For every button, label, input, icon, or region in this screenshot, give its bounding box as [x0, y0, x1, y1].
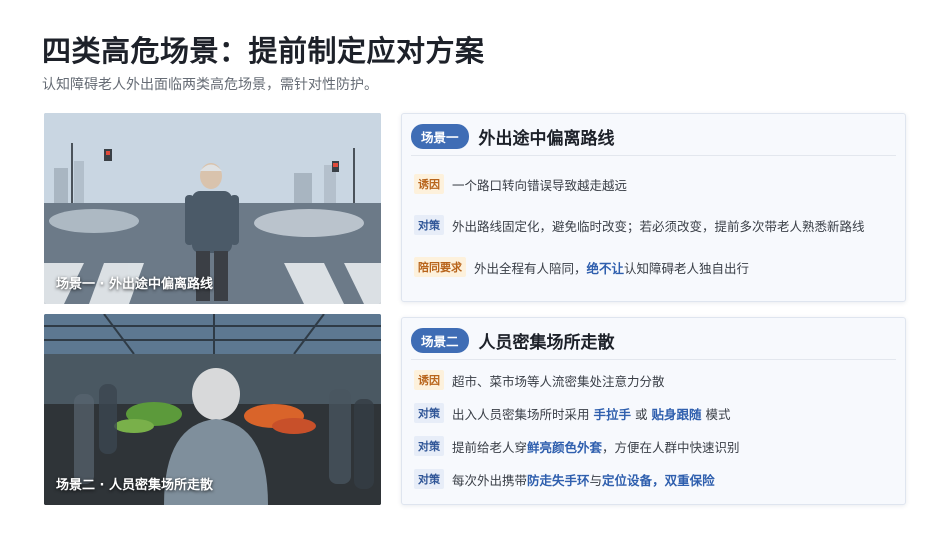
scenario1-divider: [411, 155, 896, 156]
scenario1-plan-row: 对策 外出路线固定化，避免临时改变；若必须改变，提前多次带老人熟悉新路线: [414, 215, 897, 235]
scenario2-card: 场景二 人员密集场所走散 诱因 超市、菜市场等人流密集处注意力分散 对策 出入人…: [401, 317, 906, 505]
scenario2-divider: [411, 359, 896, 360]
plan2-text-post: ，方便在人群中快速识别: [602, 439, 740, 455]
cause-text: 超市、菜市场等人流密集处注意力分散: [452, 373, 665, 389]
plan-text: 每次外出携带防走失手环与定位设备，双重保险: [452, 470, 715, 489]
escort-tag: 陪同要求: [414, 257, 466, 277]
plan-tag: 对策: [414, 215, 444, 235]
cause-tag: 诱因: [414, 370, 444, 390]
plan-tag: 对策: [414, 403, 444, 423]
scenario2-plan-row-1: 对策 出入人员密集场所时采用 手拉手 或 贴身跟随 模式: [414, 403, 897, 423]
scenario2-photo: 场景二 · 人员密集场所走散: [44, 314, 381, 505]
page-subtitle: 认知障碍老人外出面临两类高危场景，需针对性防护。: [42, 77, 378, 93]
plan2-highlight: 鲜亮颜色外套: [527, 439, 603, 455]
plan2-text-pre: 提前给老人穿: [452, 439, 528, 455]
plan1-text-pre: 出入人员密集场所时采用: [452, 406, 594, 422]
cause-tag: 诱因: [414, 174, 444, 194]
escort-text-post: 认知障碍老人独自出行: [624, 260, 750, 276]
plan-tag: 对策: [414, 436, 444, 456]
scenario1-header: 场景一 外出途中偏离路线: [411, 123, 615, 149]
escort-text-pre: 外出全程有人陪同，: [474, 260, 587, 276]
plan3-text-pre: 每次外出携带: [452, 472, 528, 488]
plan3-highlight-3: 双重保险: [664, 472, 715, 488]
scenario2-cause-row: 诱因 超市、菜市场等人流密集处注意力分散: [414, 370, 897, 390]
scenario2-pill: 场景二: [411, 327, 469, 353]
scenario1-card: 场景一 外出途中偏离路线 诱因 一个路口转向错误导致越走越远 对策 外出路线固定…: [401, 113, 906, 302]
cause-text: 一个路口转向错误导致越走越远: [452, 177, 628, 193]
escort-text: 外出全程有人陪同，绝不让认知障碍老人独自出行: [474, 258, 749, 277]
plan-text: 外出路线固定化，避免临时改变；若必须改变，提前多次带老人熟悉新路线: [452, 218, 865, 234]
scenario2-title: 人员密集场所走散: [478, 332, 615, 353]
scenario2-plan-row-3: 对策 每次外出携带防走失手环与定位设备，双重保险: [414, 469, 897, 489]
plan-text: 提前给老人穿鲜亮颜色外套，方便在人群中快速识别: [452, 437, 740, 456]
scenario2-photo-caption: 场景二 · 人员密集场所走散: [56, 478, 213, 493]
scenario2-header: 场景二 人员密集场所走散: [411, 327, 615, 353]
plan1-text-mid: 或: [631, 406, 652, 422]
plan3-text-mid: 与: [589, 472, 603, 488]
scenario1-photo: 场景一 · 外出途中偏离路线: [44, 113, 381, 304]
scenario1-photo-caption: 场景一 · 外出途中偏离路线: [56, 277, 213, 292]
plan3-highlight-2: 定位设备: [602, 472, 653, 488]
scenario1-title: 外出途中偏离路线: [478, 128, 615, 149]
plan1-highlight-1: 手拉手: [593, 406, 631, 422]
plan-text: 出入人员密集场所时采用 手拉手 或 贴身跟随 模式: [452, 404, 730, 423]
scenario2-plan-row-2: 对策 提前给老人穿鲜亮颜色外套，方便在人群中快速识别: [414, 436, 897, 456]
plan3-highlight-1: 防走失手环: [527, 472, 590, 488]
page-title: 四类高危场景：提前制定应对方案: [42, 34, 485, 68]
escort-highlight: 绝不让: [586, 260, 625, 276]
plan1-text-post: 模式: [701, 406, 731, 422]
scenario1-escort-row: 陪同要求 外出全程有人陪同，绝不让认知障碍老人独自出行: [414, 257, 897, 277]
scenario1-cause-row: 诱因 一个路口转向错误导致越走越远: [414, 174, 897, 194]
plan1-highlight-2: 贴身跟随: [651, 406, 702, 422]
plan-tag: 对策: [414, 469, 444, 489]
plan3-separator: ，: [652, 472, 665, 488]
scenario1-pill: 场景一: [411, 123, 469, 149]
